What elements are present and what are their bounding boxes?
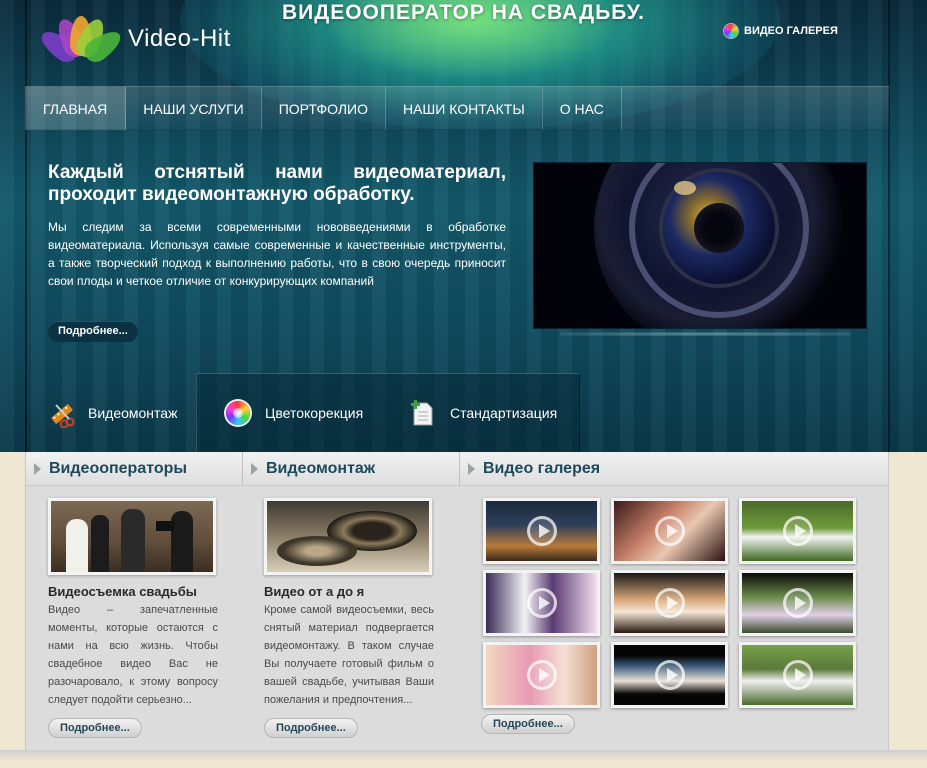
hero-border-right (888, 0, 890, 452)
nav-item-label: НАШИ УСЛУГИ (143, 100, 244, 117)
gallery-thumb[interactable] (611, 498, 728, 564)
gallery-thumb[interactable] (611, 570, 728, 636)
play-icon (654, 660, 685, 690)
nav-item-label: О НАС (559, 100, 604, 117)
tab-color-correction[interactable]: Цветокорекция (196, 373, 380, 452)
operators-card-text: Видео – запечатленные моменты, которые о… (48, 604, 218, 706)
operators-more-button[interactable]: Подробнее... (48, 718, 142, 738)
nav-item-contacts[interactable]: НАШИ КОНТАКТЫ (386, 87, 543, 130)
service-tabs: Видеомонтаж Цветокорекция Стандартизация (25, 373, 580, 452)
logo[interactable]: Video-Hit (36, 15, 231, 67)
tab-video-editing[interactable]: Видеомонтаж (25, 373, 196, 452)
gallery-more-button[interactable]: Подробнее... (481, 714, 575, 734)
logo-text: Video-Hit (128, 25, 231, 52)
arrow-right-icon (251, 462, 258, 475)
nav-item-label: НАШИ КОНТАКТЫ (402, 100, 525, 117)
arrow-right-icon (34, 462, 41, 475)
gallery-thumb[interactable] (483, 642, 600, 708)
arrow-right-icon (468, 462, 475, 475)
main-nav: ГЛАВНАЯ НАШИ УСЛУГИ ПОРТФОЛИО НАШИ КОНТА… (25, 86, 889, 130)
image-reflection (560, 332, 850, 336)
gallery-thumb[interactable] (483, 498, 600, 564)
page-footer-strip (0, 750, 927, 768)
film-reels-image[interactable] (264, 498, 432, 575)
nav-item-label: ГЛАВНАЯ (43, 100, 108, 117)
content-area: Видеооператоры Видеомонтаж Видео галерея… (25, 452, 889, 750)
feature-more-button[interactable]: Подробнее... (48, 321, 138, 342)
play-icon (782, 588, 813, 618)
column-heading-title: Видео галерея (483, 459, 601, 477)
editing-card-text: Кроме самой видеосъемки, весь снятый мат… (264, 604, 434, 706)
feature-text: Мы следим за всеми современными нововвед… (48, 220, 506, 288)
gallery-thumb[interactable] (483, 570, 600, 636)
wedding-filming-image[interactable] (48, 498, 216, 575)
nav-item-home[interactable]: ГЛАВНАЯ (25, 87, 127, 130)
nav-item-label: ПОРТФОЛИО (278, 100, 368, 117)
tab-label: Цветокорекция (265, 405, 364, 421)
nav-item-services[interactable]: НАШИ УСЛУГИ (126, 87, 262, 130)
play-icon (526, 660, 557, 690)
nav-item-portfolio[interactable]: ПОРТФОЛИО (262, 87, 386, 130)
hero-header: ВИДЕООПЕРАТОР НА СВАДЬБУ. Video-Hit ВИДЕ… (0, 0, 927, 452)
nav-item-about[interactable]: О НАС (543, 87, 622, 130)
play-icon (782, 660, 813, 690)
video-gallery-link[interactable]: ВИДЕО ГАЛЕРЕЯ (724, 24, 838, 38)
operators-card-title[interactable]: Видеосъемка свадьбы (48, 584, 197, 599)
gallery-thumb[interactable] (611, 642, 728, 708)
column-heading-title: Видеомонтаж (266, 459, 376, 477)
editing-more-button[interactable]: Подробнее... (264, 718, 358, 738)
tab-label: Стандартизация (450, 405, 558, 421)
color-wheel-icon (225, 400, 251, 426)
lotus-logo-icon (36, 15, 126, 67)
editing-card-title[interactable]: Видео от а до я (264, 584, 364, 599)
gallery-thumb[interactable] (739, 570, 856, 636)
play-icon (654, 516, 685, 546)
gallery-thumb[interactable] (739, 642, 856, 708)
video-gallery-link-label: ВИДЕО ГАЛЕРЕЯ (744, 25, 838, 37)
color-wheel-icon (724, 24, 738, 38)
document-add-icon (410, 400, 436, 426)
gallery-thumb[interactable] (739, 498, 856, 564)
play-icon (782, 516, 813, 546)
tab-label: Видеомонтаж (88, 404, 178, 421)
camera-lens-image (533, 162, 867, 329)
operators-heading: Видеооператоры (26, 452, 242, 486)
editing-heading: Видеомонтаж (243, 452, 459, 486)
play-icon (526, 516, 557, 546)
play-icon (654, 588, 685, 618)
column-heading-title: Видеооператоры (49, 459, 188, 477)
feature-title: Каждый отснятый нами видеоматериал, прох… (48, 162, 506, 205)
scissors-film-icon (48, 400, 75, 428)
play-icon (526, 588, 557, 618)
tab-standardization[interactable]: Стандартизация (380, 373, 580, 452)
gallery-heading: Видео галерея (460, 452, 888, 486)
